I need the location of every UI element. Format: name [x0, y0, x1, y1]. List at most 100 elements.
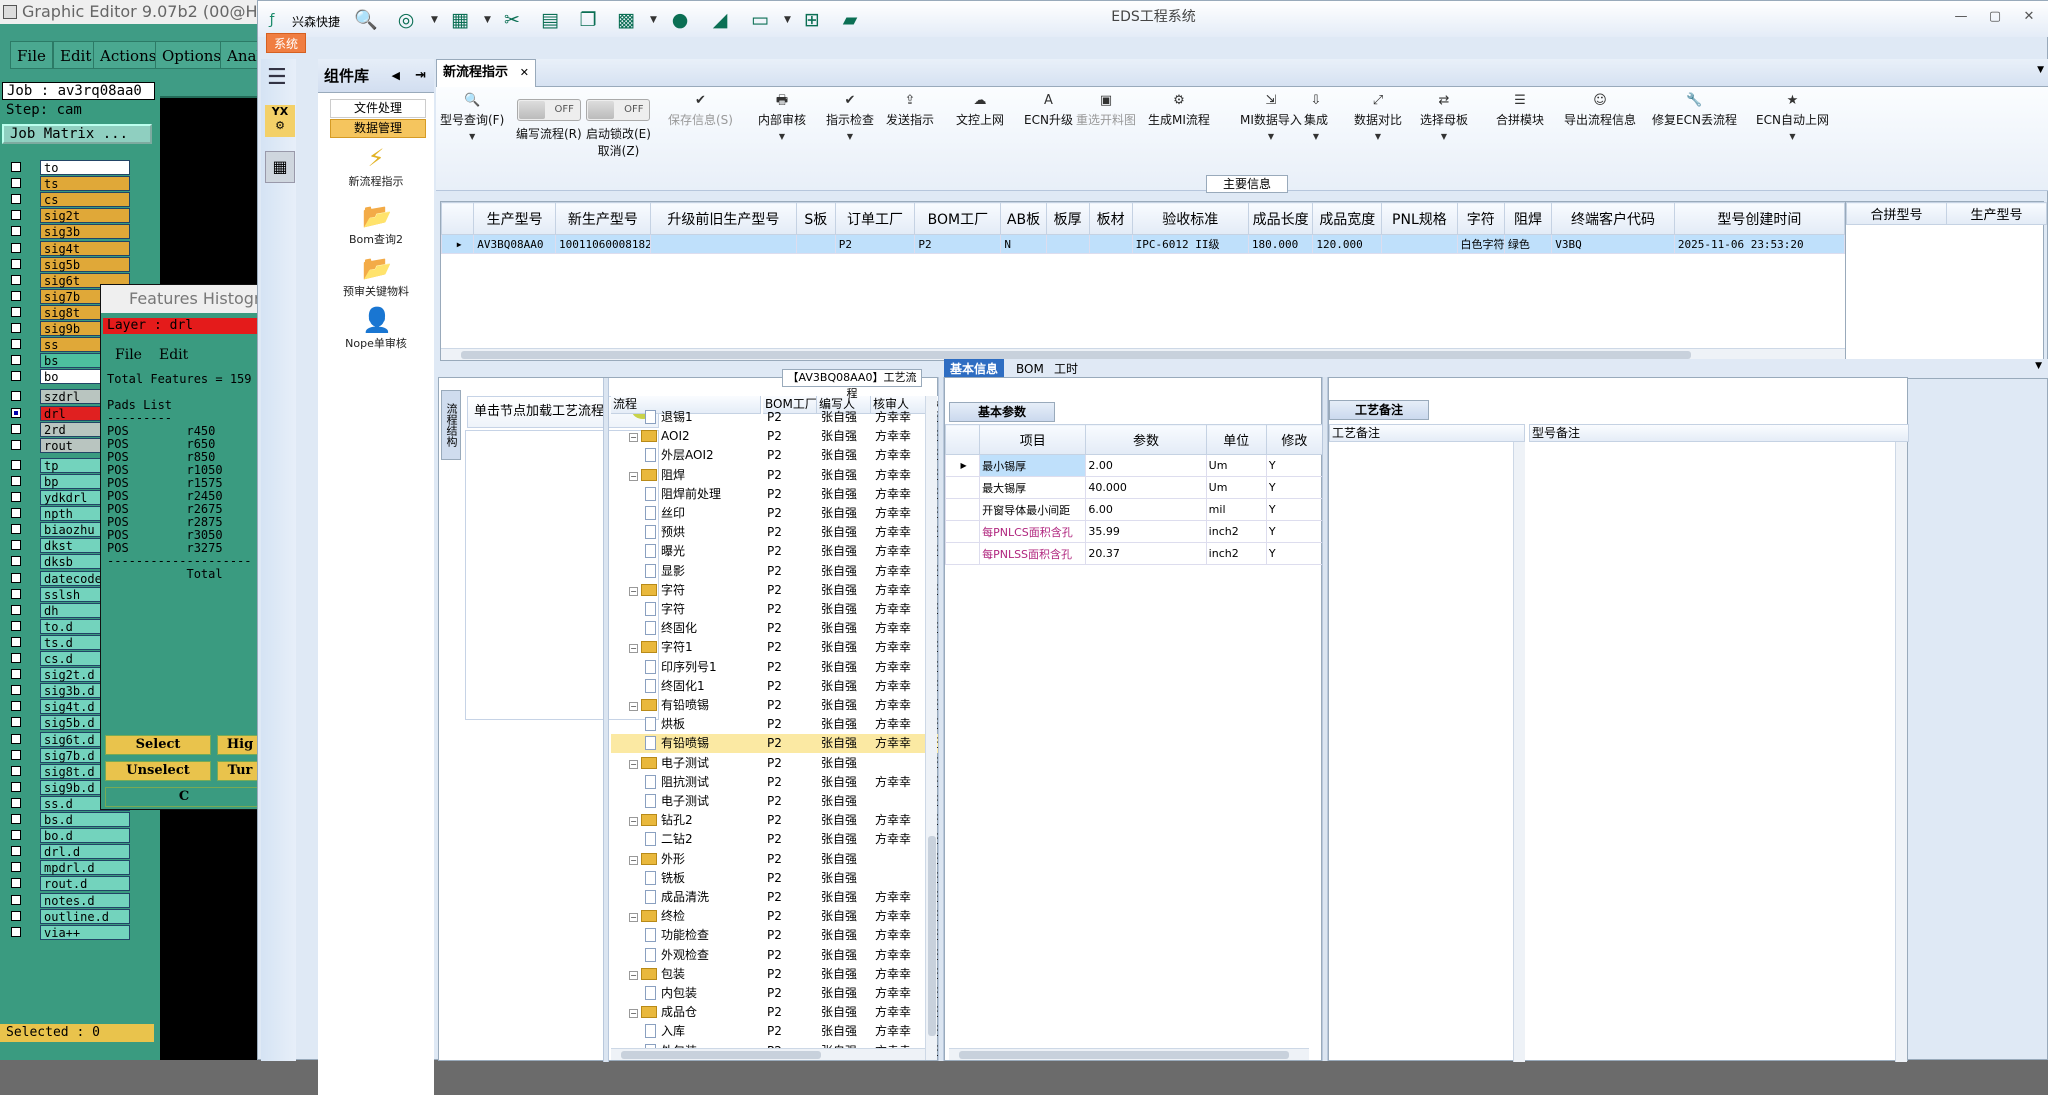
lib-item-prereview-materials[interactable]: 📂 预审关键物料 [318, 255, 434, 299]
layer-checkbox[interactable] [11, 572, 21, 583]
layer-checkbox[interactable] [11, 926, 21, 937]
ribbon-button-5[interactable]: ✔ 指示检查 ▼ [826, 93, 874, 141]
param-row[interactable]: 开窗导体最小间距 6.00 mil Y [944, 498, 1324, 521]
tree-row[interactable]: 终固化1P2张自强方幸幸已审核 [611, 677, 939, 696]
layer-name[interactable]: ts [40, 176, 130, 192]
layer-checkbox[interactable] [11, 910, 21, 921]
collapse-toggle-icon[interactable]: − [629, 644, 638, 654]
param-row[interactable]: ▶ 最小锡厚 2.00 Um Y [944, 454, 1324, 477]
scrollbar-thumb[interactable] [461, 351, 1691, 359]
table-row[interactable]: ▶ AV3BQ08AA0 10011060008182 P2 P2 N IPC-6012 I… [440, 234, 1846, 254]
yx-tool-icon[interactable]: YX ⚙ [265, 105, 295, 137]
scrollbar-thumb[interactable] [621, 1051, 821, 1059]
menu-edit[interactable]: Edit [53, 41, 99, 69]
chevron-down-icon[interactable]: ▼ [1420, 132, 1468, 141]
chevron-down-icon[interactable]: ▼ [826, 132, 874, 141]
collapse-toggle-icon[interactable]: − [629, 970, 638, 980]
chevron-down-icon[interactable]: ▼ [440, 132, 504, 141]
collapse-toggle-icon[interactable]: − [629, 913, 638, 923]
job-matrix-button[interactable]: Job Matrix ... [2, 124, 152, 144]
layer-checkbox[interactable] [11, 459, 21, 470]
file-processing-button[interactable]: 文件处理 [330, 99, 426, 118]
layer-checkbox[interactable] [11, 391, 21, 402]
layer-checkbox[interactable] [11, 894, 21, 905]
tab-basic-info[interactable]: 基本信息 [944, 359, 1005, 379]
tree-vscrollbar[interactable] [925, 396, 937, 1060]
layer-row[interactable]: sig4t [8, 240, 130, 256]
layer-name[interactable]: drl.d [40, 844, 130, 860]
layer-checkbox[interactable] [11, 210, 21, 221]
tree-row[interactable]: −字符P2张自强方幸幸已审核 [611, 581, 939, 600]
layer-checkbox[interactable] [11, 701, 21, 712]
chevron-down-icon[interactable]: ▼ [1304, 132, 1328, 141]
collapse-toggle-icon[interactable]: − [629, 471, 638, 481]
tree-row[interactable]: 印序列号1P2张自强方幸幸已审核 [611, 658, 939, 677]
param-column-header[interactable]: 修改 [1265, 424, 1324, 455]
layer-row[interactable]: notes.d [8, 892, 130, 908]
layer-row[interactable]: rout.d [8, 876, 130, 892]
param-column-header[interactable]: 参数 [1085, 424, 1207, 455]
close-tab-icon[interactable]: ✕ [520, 60, 529, 86]
param-row[interactable]: 每PNLCS面积含孔 35.99 inch2 Y [944, 520, 1324, 543]
collapse-toggle-icon[interactable]: − [629, 702, 638, 711]
layer-row[interactable]: outline.d [8, 908, 130, 924]
ribbon-button-1[interactable]: OFF 编写流程(R) [516, 97, 582, 142]
column-header[interactable]: 成品宽度 [1312, 202, 1383, 235]
column-header[interactable]: 升级前旧生产型号 [649, 202, 798, 235]
ribbon-button-6[interactable]: ⇪ 发送指示 [886, 93, 934, 128]
toggle-switch[interactable]: OFF [516, 99, 581, 121]
layer-checkbox[interactable] [11, 407, 21, 418]
layer-checkbox[interactable] [11, 636, 21, 647]
param-row[interactable]: 每PNLSS面积含孔 20.37 inch2 Y [944, 542, 1324, 565]
layer-checkbox[interactable] [11, 194, 21, 205]
tree-row[interactable]: 二钻2P2张自强方幸幸已审核 [611, 830, 939, 849]
layer-checkbox[interactable] [11, 306, 21, 317]
system-tab[interactable]: 系统 [266, 33, 306, 53]
tree-row[interactable]: 终固化P2张自强方幸幸已审核 [611, 619, 939, 638]
tree-row[interactable]: 丝印P2张自强方幸幸已审核 [611, 504, 939, 523]
tab-bom[interactable]: BOM [1010, 359, 1050, 379]
tree-row[interactable]: −钻孔2P2张自强方幸幸已审核 [611, 811, 939, 830]
tree-row[interactable]: 预烘P2张自强方幸幸已审核 [611, 523, 939, 542]
layer-checkbox[interactable] [11, 749, 21, 760]
column-header[interactable]: 板厚 [1045, 202, 1090, 235]
tree-row[interactable]: 内包装P2张自强方幸幸已审核 [611, 984, 939, 1003]
chevron-down-icon[interactable]: ▼ [758, 132, 806, 141]
tree-row[interactable]: 成品清洗P2张自强方幸幸已审核 [611, 888, 939, 907]
layer-checkbox[interactable] [11, 733, 21, 744]
menu-actions[interactable]: Actions [93, 41, 164, 69]
tree-row[interactable]: −包装P2张自强方幸幸已审核 [611, 965, 939, 984]
tree-row[interactable]: 阻抗测试P2张自强方幸幸已审核 [611, 773, 939, 792]
layer-name[interactable]: sig2t [40, 208, 130, 224]
layer-checkbox[interactable] [11, 846, 21, 857]
tree-row[interactable]: −字符1P2张自强方幸幸已审核 [611, 638, 939, 657]
hamburger-menu-icon[interactable]: ☰ [267, 65, 287, 90]
tab-work-hours[interactable]: 工时 [1048, 359, 1084, 379]
column-header[interactable]: 验收标准 [1131, 202, 1249, 235]
param-column-header[interactable]: 项目 [979, 424, 1087, 455]
tree-row[interactable]: 字符P2张自强方幸幸已审核 [611, 600, 939, 619]
tree-row[interactable]: 曝光P2张自强方幸幸已审核 [611, 542, 939, 561]
layer-checkbox[interactable] [11, 781, 21, 792]
layer-name[interactable]: sig4t [40, 240, 130, 256]
layer-checkbox[interactable] [11, 258, 21, 269]
collapse-toggle-icon[interactable]: − [629, 855, 638, 865]
column-header[interactable]: 型号创建时间 [1673, 202, 1846, 235]
layer-name[interactable]: sig5b [40, 256, 130, 272]
minimize-button[interactable]: — [1951, 9, 1971, 25]
layer-name[interactable]: mpdrl.d [40, 860, 130, 876]
column-header[interactable]: BOM工厂 [914, 202, 1002, 235]
layer-checkbox[interactable] [11, 323, 21, 333]
tree-hscrollbar[interactable] [611, 1048, 925, 1060]
layer-row[interactable]: sig3b [8, 224, 130, 240]
select-button[interactable]: Select [105, 735, 211, 755]
layer-row[interactable]: bo.d [8, 828, 130, 844]
collapse-toggle-icon[interactable]: − [629, 759, 638, 769]
layer-checkbox[interactable] [11, 355, 21, 366]
scrollbar-thumb[interactable] [959, 1051, 1289, 1059]
chevron-down-icon[interactable]: ▼ [1354, 132, 1402, 141]
histogram-menu-edit[interactable]: Edit [159, 347, 188, 363]
tree-row[interactable]: −电子测试P2张自强已编写 [611, 754, 939, 773]
layer-checkbox[interactable] [11, 588, 21, 599]
column-header[interactable]: 阻焊 [1503, 202, 1553, 235]
